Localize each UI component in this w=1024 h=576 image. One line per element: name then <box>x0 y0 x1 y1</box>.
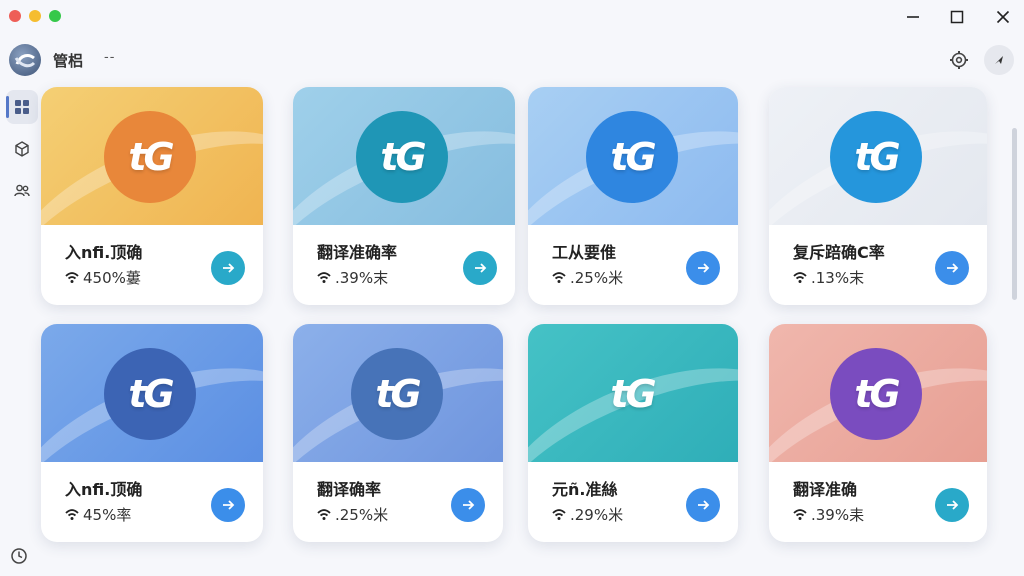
card-logo-icon: tG <box>104 111 196 203</box>
card-stat-value: .13%末 <box>811 269 865 287</box>
signal-icon <box>317 508 331 520</box>
card[interactable]: tG 工从要倠 .25%米 <box>528 87 738 305</box>
app-header: 管梠 -- <box>0 34 1024 86</box>
minimize-traffic-light[interactable] <box>29 10 41 22</box>
arrow-right-icon[interactable] <box>211 488 245 522</box>
card[interactable]: tG 复斥踣确C率 .13%末 <box>769 87 987 305</box>
card-logo-icon: tG <box>351 348 443 440</box>
navigation-arrow-icon[interactable] <box>984 45 1014 75</box>
close-icon[interactable] <box>992 6 1014 28</box>
maximize-icon[interactable] <box>946 6 968 28</box>
cube-icon <box>15 141 29 157</box>
card-banner: tG <box>528 324 738 462</box>
card-title: 复斥踣确C率 <box>793 243 885 262</box>
card-logo-icon: tG <box>830 348 922 440</box>
card[interactable]: tG 入nfi.顶确 45%率 <box>41 324 263 542</box>
dashboard-grid-icon <box>15 100 29 114</box>
card-stat-value: .39%耒 <box>811 506 865 524</box>
card-logo-icon: tG <box>610 372 656 416</box>
clock-icon[interactable] <box>9 546 29 566</box>
card-stat: 45%率 <box>65 504 131 525</box>
zoom-traffic-light[interactable] <box>49 10 61 22</box>
signal-icon <box>552 508 566 520</box>
card-title: 元ñ.准絲 <box>552 480 618 499</box>
card-banner: tG <box>293 324 503 462</box>
app-title: 管梠 <box>53 52 84 70</box>
arrow-right-icon[interactable] <box>935 251 969 285</box>
arrow-right-icon[interactable] <box>451 488 485 522</box>
arrow-right-icon[interactable] <box>463 251 497 285</box>
signal-icon <box>793 271 807 283</box>
signal-icon <box>65 508 79 520</box>
card-banner: tG <box>41 324 263 462</box>
card-banner: tG <box>528 87 738 225</box>
signal-icon <box>552 271 566 283</box>
gear-icon[interactable] <box>944 45 974 75</box>
signal-icon <box>65 271 79 283</box>
card[interactable]: tG 入nfi.顶确 450%蔞 <box>41 87 263 305</box>
arrow-right-icon[interactable] <box>686 251 720 285</box>
card-logo-icon: tG <box>104 348 196 440</box>
sidebar-item-modules[interactable] <box>6 132 38 166</box>
card-logo-icon: tG <box>830 111 922 203</box>
sidebar-item-users[interactable] <box>6 174 38 208</box>
card-title: 工从要倠 <box>552 243 617 262</box>
card-stat-value: 45%率 <box>83 506 132 524</box>
card[interactable]: tG 翻译准确 .39%耒 <box>769 324 987 542</box>
card[interactable]: tG 元ñ.准絲 .29%米 <box>528 324 738 542</box>
card-stat: 450%蔞 <box>65 267 141 288</box>
card[interactable]: tG 翻译确率 .25%米 <box>293 324 503 542</box>
card-stat-value: .25%米 <box>335 506 389 524</box>
minimize-icon[interactable] <box>902 6 924 28</box>
card[interactable]: tG 翻译准确率 .39%末 <box>293 87 515 305</box>
card-stat: .29%米 <box>552 504 623 525</box>
card-logo-icon: tG <box>586 111 678 203</box>
card-title: 翻译准确率 <box>317 243 398 262</box>
card-logo-icon: tG <box>356 111 448 203</box>
card-title: 入nfi.顶确 <box>65 243 143 262</box>
card-stat: .25%米 <box>552 267 623 288</box>
card-title: 入nfi.顶确 <box>65 480 143 499</box>
sidebar <box>0 86 44 576</box>
card-title: 翻译确率 <box>317 480 382 499</box>
card-stat: .25%米 <box>317 504 388 525</box>
close-traffic-light[interactable] <box>9 10 21 22</box>
card-stat-value: 450%蔞 <box>83 269 141 287</box>
users-icon <box>14 184 30 197</box>
sidebar-active-indicator <box>6 96 9 118</box>
card-stat-value: .39%末 <box>335 269 389 287</box>
card-banner: tG <box>293 87 515 225</box>
card-stat: .39%末 <box>317 267 388 288</box>
vertical-scrollbar[interactable] <box>1012 128 1017 300</box>
arrow-right-icon[interactable] <box>211 251 245 285</box>
window-titlebar <box>0 0 1024 34</box>
signal-icon <box>793 508 807 520</box>
arrow-right-icon[interactable] <box>935 488 969 522</box>
app-subtitle: -- <box>104 50 116 65</box>
card-banner: tG <box>41 87 263 225</box>
card-stat: .13%末 <box>793 267 864 288</box>
card-title: 翻译准确 <box>793 480 858 499</box>
card-banner: tG <box>769 324 987 462</box>
sidebar-item-dashboard[interactable] <box>6 90 38 124</box>
signal-icon <box>317 271 331 283</box>
card-banner: tG <box>769 87 987 225</box>
arrow-right-icon[interactable] <box>686 488 720 522</box>
card-stat: .39%耒 <box>793 504 864 525</box>
app-logo-icon[interactable] <box>9 44 41 76</box>
card-stat-value: .25%米 <box>570 269 624 287</box>
card-stat-value: .29%米 <box>570 506 624 524</box>
